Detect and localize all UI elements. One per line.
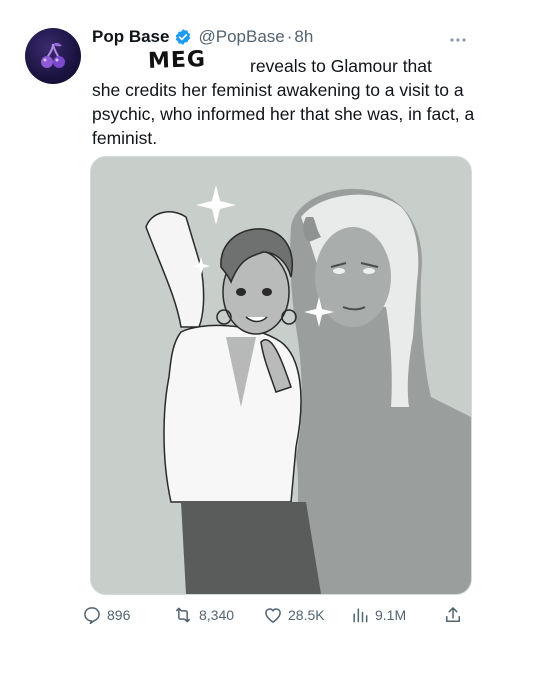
illustration-image	[91, 157, 471, 594]
tweet-media-image[interactable]	[90, 156, 472, 595]
share-button[interactable]	[443, 600, 468, 630]
tweet-text-line1: reveals to Glamour that	[250, 56, 432, 76]
tweet-header: Pop Base @PopBase · 8h	[92, 26, 313, 48]
views-count: 9.1M	[375, 607, 407, 623]
verified-badge-icon	[174, 28, 192, 46]
views-icon	[353, 608, 368, 623]
share-icon	[446, 607, 460, 622]
reply-button[interactable]: 896	[82, 600, 130, 630]
avatar[interactable]	[25, 28, 81, 84]
like-count: 28.5K	[288, 607, 325, 623]
author-handle[interactable]: @PopBase	[198, 27, 284, 47]
separator-dot: ·	[286, 27, 293, 46]
repost-button[interactable]: 8,340	[172, 600, 234, 630]
author-name[interactable]: Pop Base	[92, 27, 169, 47]
tweet[interactable]: Pop Base @PopBase · 8h MEG reveals to Gl…	[0, 0, 551, 680]
reply-icon	[84, 607, 100, 625]
repost-icon	[176, 607, 190, 623]
more-dots-icon[interactable]	[449, 30, 467, 46]
handwritten-overlay: MEG	[147, 46, 207, 75]
tweet-text: she credits her feminist awakening to a …	[92, 80, 475, 148]
tweet-timestamp[interactable]: 8h	[294, 27, 313, 47]
reply-count: 896	[107, 607, 131, 623]
action-bar: 896 8,340 28.5K 9.1M	[0, 600, 551, 630]
repost-count: 8,340	[199, 607, 235, 623]
views-button[interactable]: 9.1M	[350, 600, 406, 630]
like-button[interactable]: 28.5K	[263, 600, 325, 630]
like-icon	[265, 608, 281, 623]
cherry-logo-icon	[41, 42, 65, 68]
